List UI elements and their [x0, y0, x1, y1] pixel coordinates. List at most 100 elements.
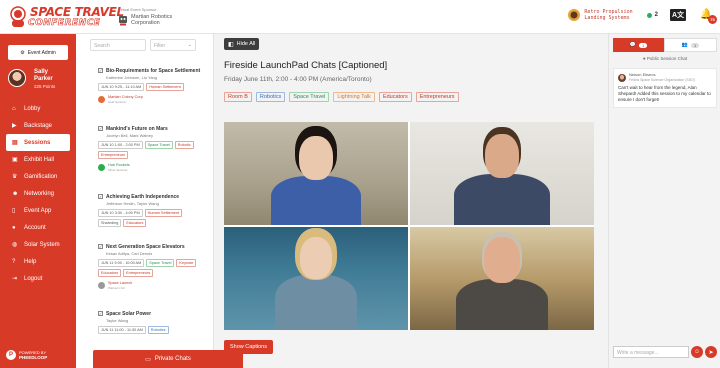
checkbox-icon[interactable]: ✓ — [98, 126, 103, 131]
notification-badge: 75 — [708, 15, 717, 24]
user-profile[interactable]: Sally Parker 225 Points — [8, 69, 55, 89]
sidebar-item-account[interactable]: ● Account — [0, 219, 76, 236]
checkbox-icon[interactable]: ✓ — [98, 68, 103, 73]
session-tag[interactable]: Human Settlement — [146, 83, 184, 91]
session-time-tag: JUN 10 1:00 - 2:00 PM — [98, 141, 143, 149]
session-tag[interactable]: Human Settlement — [144, 209, 183, 217]
session-tag[interactable]: Space Travel — [146, 259, 175, 267]
sessions-icon: ▤ — [12, 140, 18, 146]
session-tag[interactable]: Educators — [98, 269, 122, 277]
session-sponsor: Hub Rockets — [108, 163, 130, 167]
list-item[interactable]: ✓ Bio-Requirements for Space Settlement K… — [98, 68, 208, 104]
sidebar-item-label: Event App — [24, 207, 52, 214]
message-author-role: Fellow Space Science Organization (SSO) — [629, 77, 695, 82]
sidebar-item-networking[interactable]: ☻ Networking — [0, 185, 76, 202]
sidebar-nav: ⌂ Lobby ▶ Backstage ▤ Sessions ▣ Exhibit Hal… — [0, 100, 76, 287]
chat-message-input[interactable]: Write a message... — [613, 346, 689, 358]
chat-room-label: ● Public Session Chat — [613, 56, 717, 61]
session-title: Achieving Earth Independence — [106, 194, 180, 200]
speaker-2-figure — [454, 134, 550, 225]
sidebar-item-help[interactable]: ? Help — [0, 253, 76, 270]
checkbox-icon[interactable]: ✓ — [98, 311, 103, 316]
robot-icon — [119, 16, 127, 26]
sidebar-item-label: Sessions — [24, 139, 51, 146]
sidebar-item-logout[interactable]: ⇥ Logout — [0, 270, 76, 287]
page-title: Fireside LaunchPad Chats [Captioned] — [224, 60, 388, 71]
translate-icon[interactable]: A文 — [669, 9, 686, 21]
session-tag[interactable]: Space Travel — [144, 141, 173, 149]
checkbox-icon[interactable]: ✓ — [98, 244, 103, 249]
checkbox-icon[interactable]: ✓ — [98, 194, 103, 199]
home-icon: ⌂ — [12, 105, 16, 112]
session-tag[interactable]: Robotics — [147, 326, 169, 334]
chat-room-name: Public Session Chat — [646, 56, 688, 61]
filter-select[interactable]: Filter ⌄ — [150, 39, 196, 51]
session-tag[interactable]: Shareding — [98, 219, 122, 227]
session-time-tag: JUN 11 9:00 - 10:00 AM — [98, 259, 145, 267]
sidebar-item-label: Solar System — [24, 241, 60, 248]
trophy-icon: ♛ — [12, 174, 18, 180]
session-tags: Room B Robotics Space Travel Lightning T… — [224, 92, 463, 104]
people-icon: ☻ — [12, 190, 19, 197]
session-tag-robotics[interactable]: Robotics — [255, 92, 286, 102]
sidebar-item-label: Backstage — [24, 122, 53, 129]
session-speakers: Taylor Wang — [106, 318, 129, 323]
private-chats-button[interactable]: ▭ Private Chats — [93, 350, 243, 368]
sidebar-item-solar-system[interactable]: ◍ Solar System — [0, 236, 76, 253]
chat-icon: ▭ — [145, 356, 151, 363]
tab-attendees[interactable]: 👥 1 — [664, 38, 717, 52]
points-indicator[interactable]: 2 — [646, 12, 658, 18]
hide-all-button[interactable]: ◧ Hide All — [224, 38, 260, 50]
session-tag-entrepreneurs[interactable]: Entrepreneurs — [415, 92, 459, 102]
session-sponsor-level: Silver Sponsor — [108, 167, 128, 172]
user-name-first: Sally — [34, 69, 49, 75]
session-tag[interactable]: Entrepreneurs — [123, 269, 154, 277]
chat-bubble-icon: 💬 — [629, 42, 636, 48]
session-tag-educators[interactable]: Educators — [378, 92, 412, 102]
search-input[interactable]: Search — [90, 39, 146, 51]
session-title: Bio-Requirements for Space Settlement — [106, 68, 201, 74]
powered-by[interactable]: P POWERED BY PHEEDLOOP — [6, 350, 47, 360]
notifications-button[interactable]: 🔔 75 — [700, 9, 717, 24]
conference-logo[interactable]: SPACE TRAVEL CONFERENCE — [8, 4, 124, 30]
smile-icon: ☺ — [693, 349, 701, 355]
brand-line2: Landing Systems — [584, 15, 630, 21]
session-tag[interactable]: Educators — [123, 219, 147, 227]
header-sponsor[interactable]: Virtual Event Sponsor Martian Robotics C… — [118, 7, 172, 26]
brand-sponsor[interactable]: Retro Propulsion Landing Systems — [567, 8, 633, 22]
event-admin-button[interactable]: ⚙ Event Admin — [8, 45, 68, 60]
session-tag-lightning-talk[interactable]: Lightning Talk — [333, 92, 375, 102]
list-item[interactable]: ✓ Space Solar Power Taylor Wang JUN 11 11… — [98, 311, 208, 336]
session-speakers: Katherine Johnson, Liu Yang — [106, 75, 158, 80]
help-icon: ? — [12, 258, 16, 265]
sidebar-item-label: Help — [24, 258, 37, 265]
list-item[interactable]: ✓ Next Generation Space Elevators Kesav A… — [98, 244, 208, 290]
sidebar-item-exhibit-hall[interactable]: ▣ Exhibit Hall — [0, 151, 76, 168]
session-tag[interactable]: Entrepreneurs — [98, 151, 129, 159]
list-item[interactable]: ✓ Achieving Earth Independence Jefferson … — [98, 194, 208, 229]
list-item[interactable]: ✓ Mankind's Future on Mars Jocelyn Bell, … — [98, 126, 208, 172]
video-grid[interactable] — [224, 122, 594, 330]
session-tag[interactable]: Keynote — [176, 259, 197, 267]
sidebar-item-label: Lobby — [24, 105, 41, 112]
sponsor-name-line2: Corporation — [131, 20, 160, 26]
sidebar-item-label: Account — [24, 224, 46, 231]
video-tile-speaker-3 — [224, 227, 408, 330]
session-tag-room[interactable]: Room B — [224, 92, 252, 102]
grid-icon: ◧ — [228, 41, 234, 48]
sidebar-item-event-app[interactable]: ▯ Event App — [0, 202, 76, 219]
emoji-button[interactable]: ☺ — [691, 346, 703, 358]
session-title: Next Generation Space Elevators — [106, 244, 185, 250]
sidebar-item-backstage[interactable]: ▶ Backstage — [0, 117, 76, 134]
sidebar-item-sessions[interactable]: ▤ Sessions — [6, 134, 70, 151]
sidebar-item-gamification[interactable]: ♛ Gamification — [0, 168, 76, 185]
tab-count: 1 — [639, 42, 648, 48]
send-button[interactable]: ➤ — [705, 346, 717, 358]
tab-public-chat[interactable]: 💬 1 — [613, 38, 664, 52]
top-header: SPACE TRAVEL CONFERENCE Virtual Event Sp… — [0, 0, 720, 34]
session-tag[interactable]: Robotic — [174, 141, 194, 149]
pheedloop-logo-icon: P — [6, 350, 16, 360]
session-tag-space-travel[interactable]: Space Travel — [289, 92, 330, 102]
status-dot-icon — [646, 12, 652, 18]
sidebar-item-lobby[interactable]: ⌂ Lobby — [0, 100, 76, 117]
